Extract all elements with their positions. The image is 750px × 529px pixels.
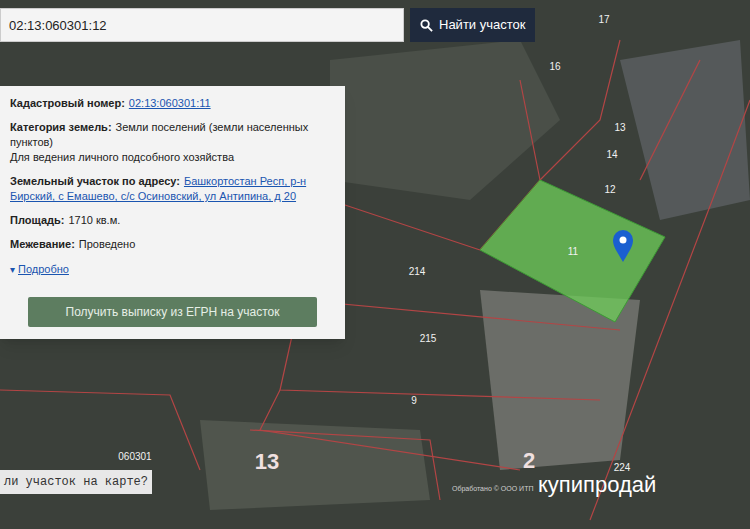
egrn-button[interactable]: Получить выписку из ЕГРН на участок [28,297,317,327]
search-bar: Найти участок [0,8,535,42]
details-toggle[interactable]: ▾Подробно [10,261,335,278]
map-hint[interactable]: ли участок на карте? [0,470,152,494]
parcel-label: 2 [523,450,535,472]
field-link[interactable]: 02:13:060301:11 [129,97,211,109]
parcel-label: 224 [614,463,631,473]
info-field: Кадастровый номер:02:13:060301:11 [10,96,335,111]
parcel-label: 060301 [118,452,151,462]
parcel-label: 14 [606,150,617,160]
cadastral-input[interactable] [0,8,404,42]
parcel-label: 214 [409,267,426,277]
parcel-label: 9 [411,396,417,406]
search-icon [420,19,433,32]
field-value: 1710 кв.м. [68,214,120,226]
info-panel: Кадастровый номер:02:13:060301:11 Категор… [0,86,345,339]
info-field: Площадь:1710 кв.м. [10,213,335,228]
map-pin-icon[interactable] [613,230,633,262]
info-field: Межевание:Проведено [10,237,335,252]
info-field: Земельный участок по адресу:Башкортостан… [10,174,335,204]
watermark: купипродай [538,474,656,496]
attribution: Обработано © ООО ИТП [452,484,533,495]
parcel-label: 17 [598,15,609,25]
info-field: Категория земель:Земли поселений (земли … [10,120,335,165]
parcel-label: 12 [604,185,615,195]
field-value: Проведено [79,238,135,250]
caret-icon: ▾ [10,262,15,277]
parcel-label: 11 [568,247,578,257]
find-button[interactable]: Найти участок [410,8,535,42]
parcel-label: 13 [255,451,279,473]
parcel-label: 16 [549,62,560,72]
parcel-label: 215 [420,334,437,344]
parcel-label: 13 [614,123,625,133]
